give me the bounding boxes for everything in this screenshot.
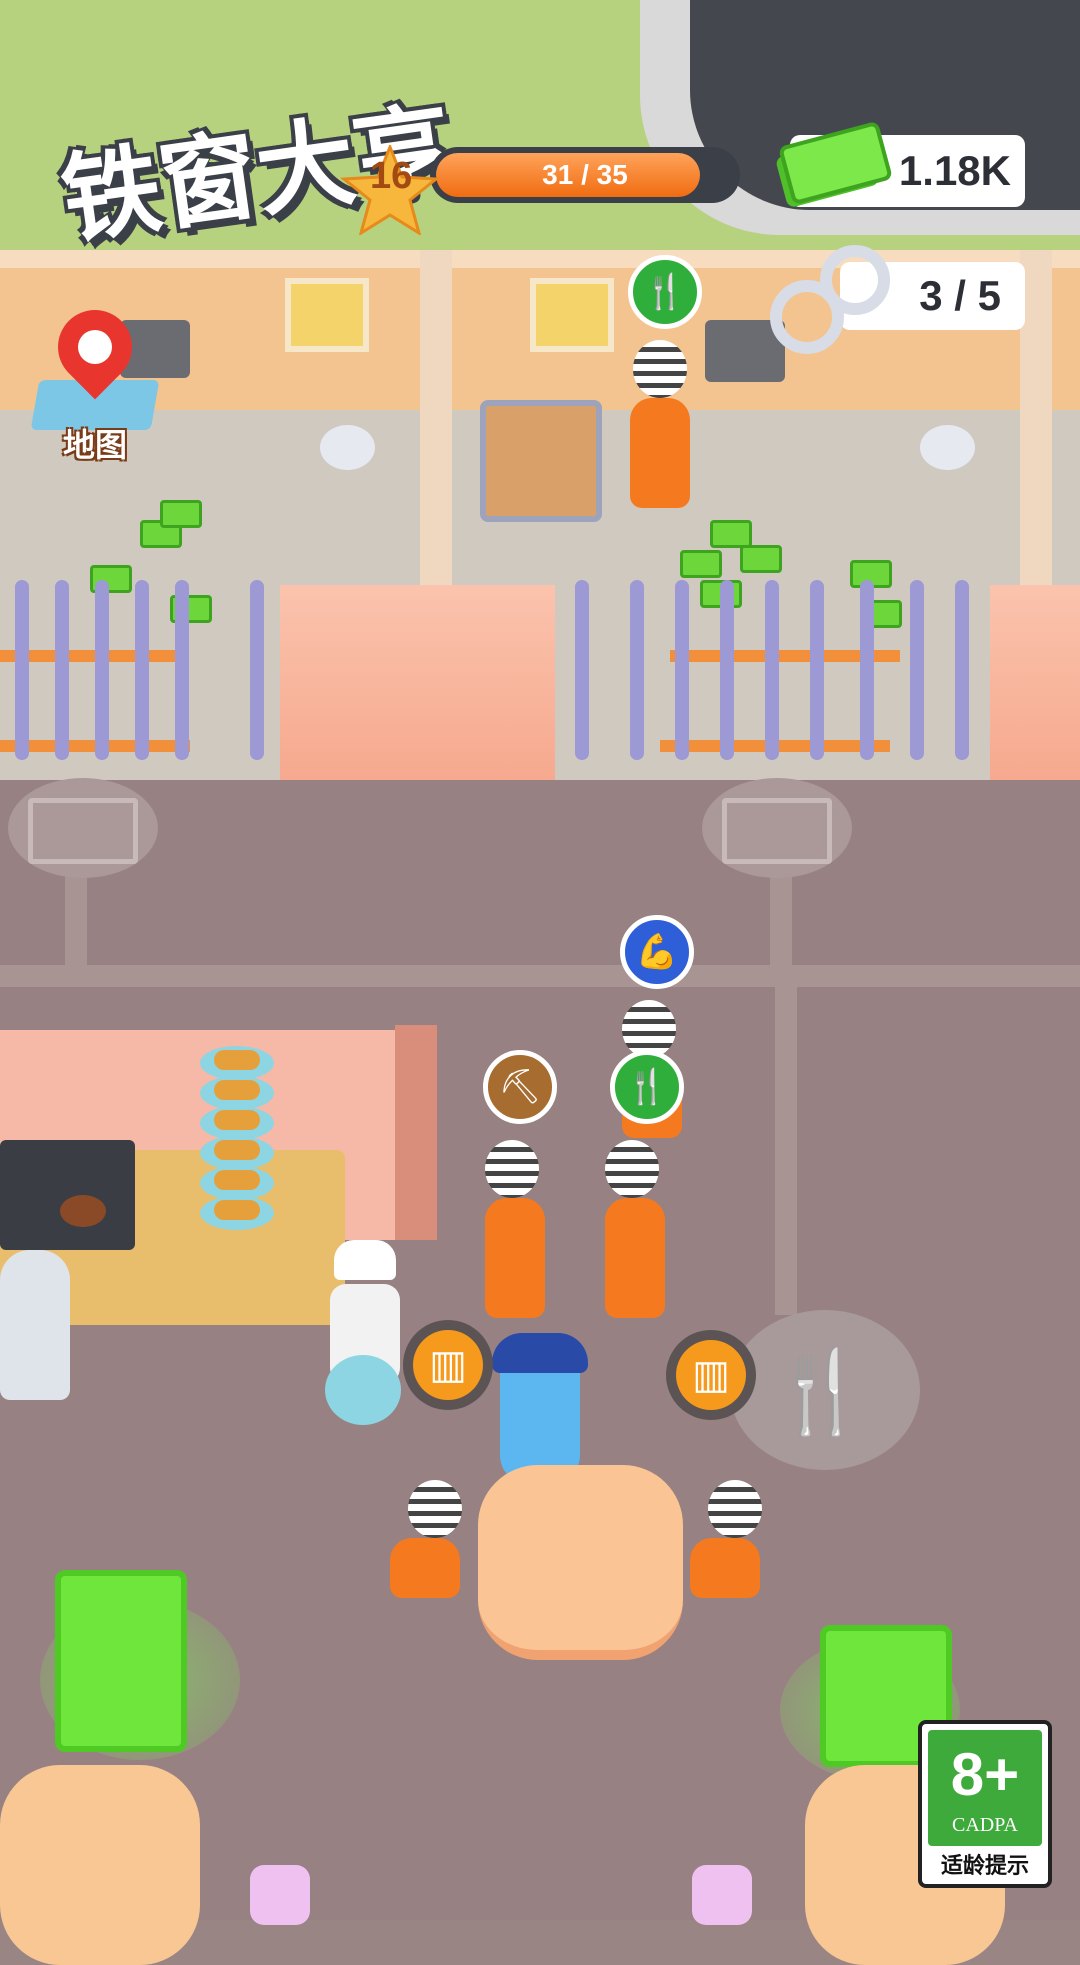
handcuffs-icon — [765, 240, 890, 354]
map-button[interactable]: 地图 — [30, 294, 160, 464]
prisoner-body — [605, 1198, 665, 1318]
cuff-ring — [820, 245, 890, 315]
bed — [480, 400, 602, 522]
toilet-icon — [920, 425, 975, 470]
seat-marker — [250, 1865, 310, 1925]
pickaxe-glyph: ⛏ — [498, 1068, 542, 1106]
burger-plate-icon — [200, 1196, 274, 1230]
age-rating-panel: 8+ CADPA — [928, 1730, 1042, 1846]
seated-prisoner-left — [390, 1480, 480, 1598]
cell-window — [285, 278, 369, 352]
dining-spot-marker[interactable]: 🍴 — [730, 1310, 920, 1470]
currency-amount: 1.18K — [898, 147, 1011, 194]
seated-prisoner-right — [690, 1480, 780, 1598]
cell-door-icon — [722, 798, 832, 864]
cell-assign-marker[interactable]: ▥ — [403, 1320, 493, 1410]
burger-plate-icon — [200, 1166, 274, 1200]
prisoner-body — [390, 1538, 460, 1598]
burger-plate-icon — [325, 1355, 401, 1425]
burger-plate-icon — [200, 1076, 274, 1110]
toilet-icon — [320, 425, 375, 470]
prisoner-queue-2 — [605, 1140, 665, 1318]
patty-icon — [60, 1195, 106, 1227]
age-rating-badge: 8+ CADPA 适龄提示 — [918, 1720, 1052, 1888]
cash-pickup-icon[interactable] — [160, 500, 202, 528]
seat-marker — [692, 1865, 752, 1925]
cash-pile-icon[interactable] — [55, 1570, 187, 1752]
cell-pillar — [280, 585, 555, 780]
level-number: 16 — [370, 155, 413, 197]
kitchen-wall-end — [395, 1025, 437, 1240]
prisoner-head — [408, 1480, 462, 1538]
burger-plate-icon — [200, 1046, 274, 1080]
prisoner-in-cell — [630, 340, 690, 508]
prisoner-body — [485, 1198, 545, 1318]
age-rating-value: 8+ — [950, 1741, 1020, 1808]
chef-character — [0, 1250, 70, 1400]
prisoner-head — [605, 1140, 659, 1198]
muscle-glyph: 💪 — [635, 933, 679, 971]
prisoner-head — [485, 1140, 539, 1198]
cell-zone-marker[interactable] — [702, 778, 852, 878]
police-officer-player — [492, 1333, 588, 1485]
yard-path — [0, 965, 1080, 987]
pickaxe-request-icon: ⛏ — [483, 1050, 557, 1124]
cash-stack-icon — [774, 120, 894, 209]
cell-window — [530, 278, 614, 352]
burger-plate-icon — [200, 1136, 274, 1170]
upgrade-pad[interactable] — [0, 1765, 200, 1965]
cell-door-icon: ▥ — [676, 1340, 746, 1410]
cell-pillar — [990, 585, 1080, 780]
dining-table[interactable] — [478, 1465, 683, 1660]
cash-pickup-icon[interactable] — [710, 520, 752, 548]
prisoner-body — [690, 1538, 760, 1598]
cell-assign-marker[interactable]: ▥ — [666, 1330, 756, 1420]
food-request-icon: 🍴 — [628, 255, 702, 329]
fork-knife-glyph: 🍴 — [643, 273, 687, 311]
prisoner-capacity-text: 3 / 5 — [919, 272, 1001, 319]
prisoner-head — [708, 1480, 762, 1538]
strength-request-icon: 💪 — [620, 915, 694, 989]
map-button-label: 地图 — [62, 426, 127, 464]
fork-knife-glyph: 🍴 — [625, 1068, 669, 1106]
level-progress-text: 31 / 35 — [542, 159, 628, 190]
food-request-icon: 🍴 — [610, 1050, 684, 1124]
cell-door-icon: ▥ — [413, 1330, 483, 1400]
prisoner-body — [630, 398, 690, 508]
cell-divider-wall — [420, 250, 452, 590]
level-star-icon: 16 — [340, 142, 440, 237]
chef-hat-icon — [334, 1240, 396, 1280]
cash-note-front — [777, 120, 894, 206]
police-cap-icon — [492, 1333, 588, 1373]
spoon-fork-icon: 🍴 — [770, 1347, 870, 1436]
prisoner-head — [633, 340, 687, 398]
cash-pickup-icon[interactable] — [740, 545, 782, 573]
burger-stack[interactable] — [200, 1046, 274, 1230]
cell-zone-marker[interactable] — [8, 778, 158, 878]
cell-door-icon — [28, 798, 138, 864]
cash-pickup-icon[interactable] — [680, 550, 722, 578]
prisoner-queue-1 — [485, 1140, 545, 1318]
age-rating-note: 适龄提示 — [940, 1854, 1029, 1879]
age-rating-org: CADPA — [952, 1814, 1018, 1836]
level-progress-bar: 31 / 35 — [430, 147, 740, 203]
burger-plate-icon — [200, 1106, 274, 1140]
yard-path — [775, 985, 797, 1315]
stove — [0, 1140, 135, 1250]
